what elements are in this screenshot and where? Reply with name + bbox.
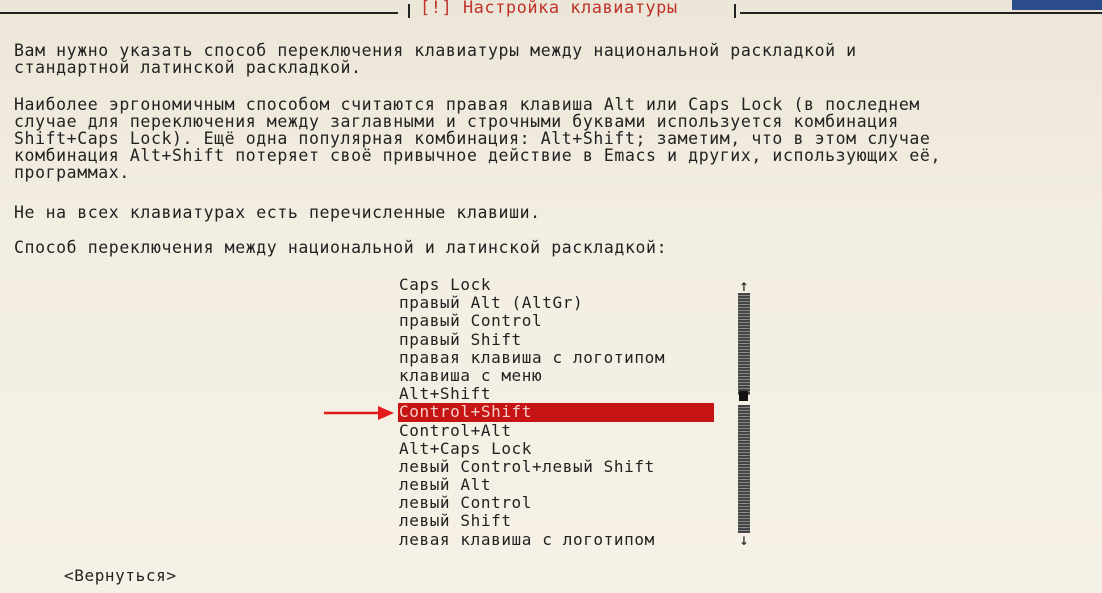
note-paragraph: Не на всех клавиатурах есть перечисленны… — [14, 203, 541, 222]
title-border-right — [740, 12, 1102, 14]
dialog-title: [!] Настройка клавиатуры — [420, 0, 678, 18]
installer-screen: [!] Настройка клавиатуры Вам нужно указа… — [0, 0, 1102, 593]
title-bracket-right — [734, 4, 740, 18]
list-item[interactable]: Control+Alt — [398, 421, 714, 440]
list-item[interactable]: Alt+Shift — [398, 385, 714, 403]
switch-method-list[interactable]: Caps Lock правый Alt (AltGr) правый Contro… — [398, 275, 714, 549]
red-pointer-arrow-icon — [324, 406, 394, 420]
list-item-selected[interactable]: Control+Shift — [398, 403, 714, 422]
list-item[interactable]: левый Control+левый Shift — [398, 457, 714, 476]
list-item[interactable]: левый Shift — [398, 512, 714, 530]
list-item[interactable]: левая клавиша с логотипом — [398, 530, 714, 549]
dialog-title-frame: [!] Настройка клавиатуры — [0, 0, 1102, 22]
scroll-thumb[interactable] — [739, 391, 748, 401]
list-item[interactable]: правый Shift — [398, 330, 714, 349]
list-item[interactable]: клавиша с меню — [398, 366, 714, 385]
title-border-left — [0, 12, 398, 14]
list-item[interactable]: правый Control — [398, 312, 714, 330]
back-button[interactable]: <Вернуться> — [64, 566, 177, 585]
selection-prompt: Способ переключения между национальной и… — [14, 238, 668, 257]
scroll-down-arrow-icon[interactable]: ↓ — [736, 532, 752, 548]
list-item[interactable]: Alt+Caps Lock — [398, 439, 714, 458]
list-item[interactable]: правый Alt (AltGr) — [398, 294, 714, 312]
scroll-track-lower[interactable] — [738, 405, 750, 533]
list-item[interactable]: Caps Lock — [398, 275, 714, 294]
scroll-up-arrow-icon[interactable]: ↑ — [736, 278, 752, 294]
list-item[interactable]: левый Alt — [398, 475, 714, 494]
scroll-track-upper[interactable] — [738, 293, 750, 395]
list-scrollbar[interactable]: ↑ ↓ — [736, 278, 752, 548]
intro-paragraph: Вам нужно указать способ переключения кл… — [14, 41, 857, 77]
ergonomics-paragraph: Наиболее эргономичным способом считаются… — [14, 95, 941, 182]
title-bracket-left — [408, 4, 414, 18]
list-item[interactable]: правая клавиша с логотипом — [398, 348, 714, 367]
list-item[interactable]: левый Control — [398, 494, 714, 512]
